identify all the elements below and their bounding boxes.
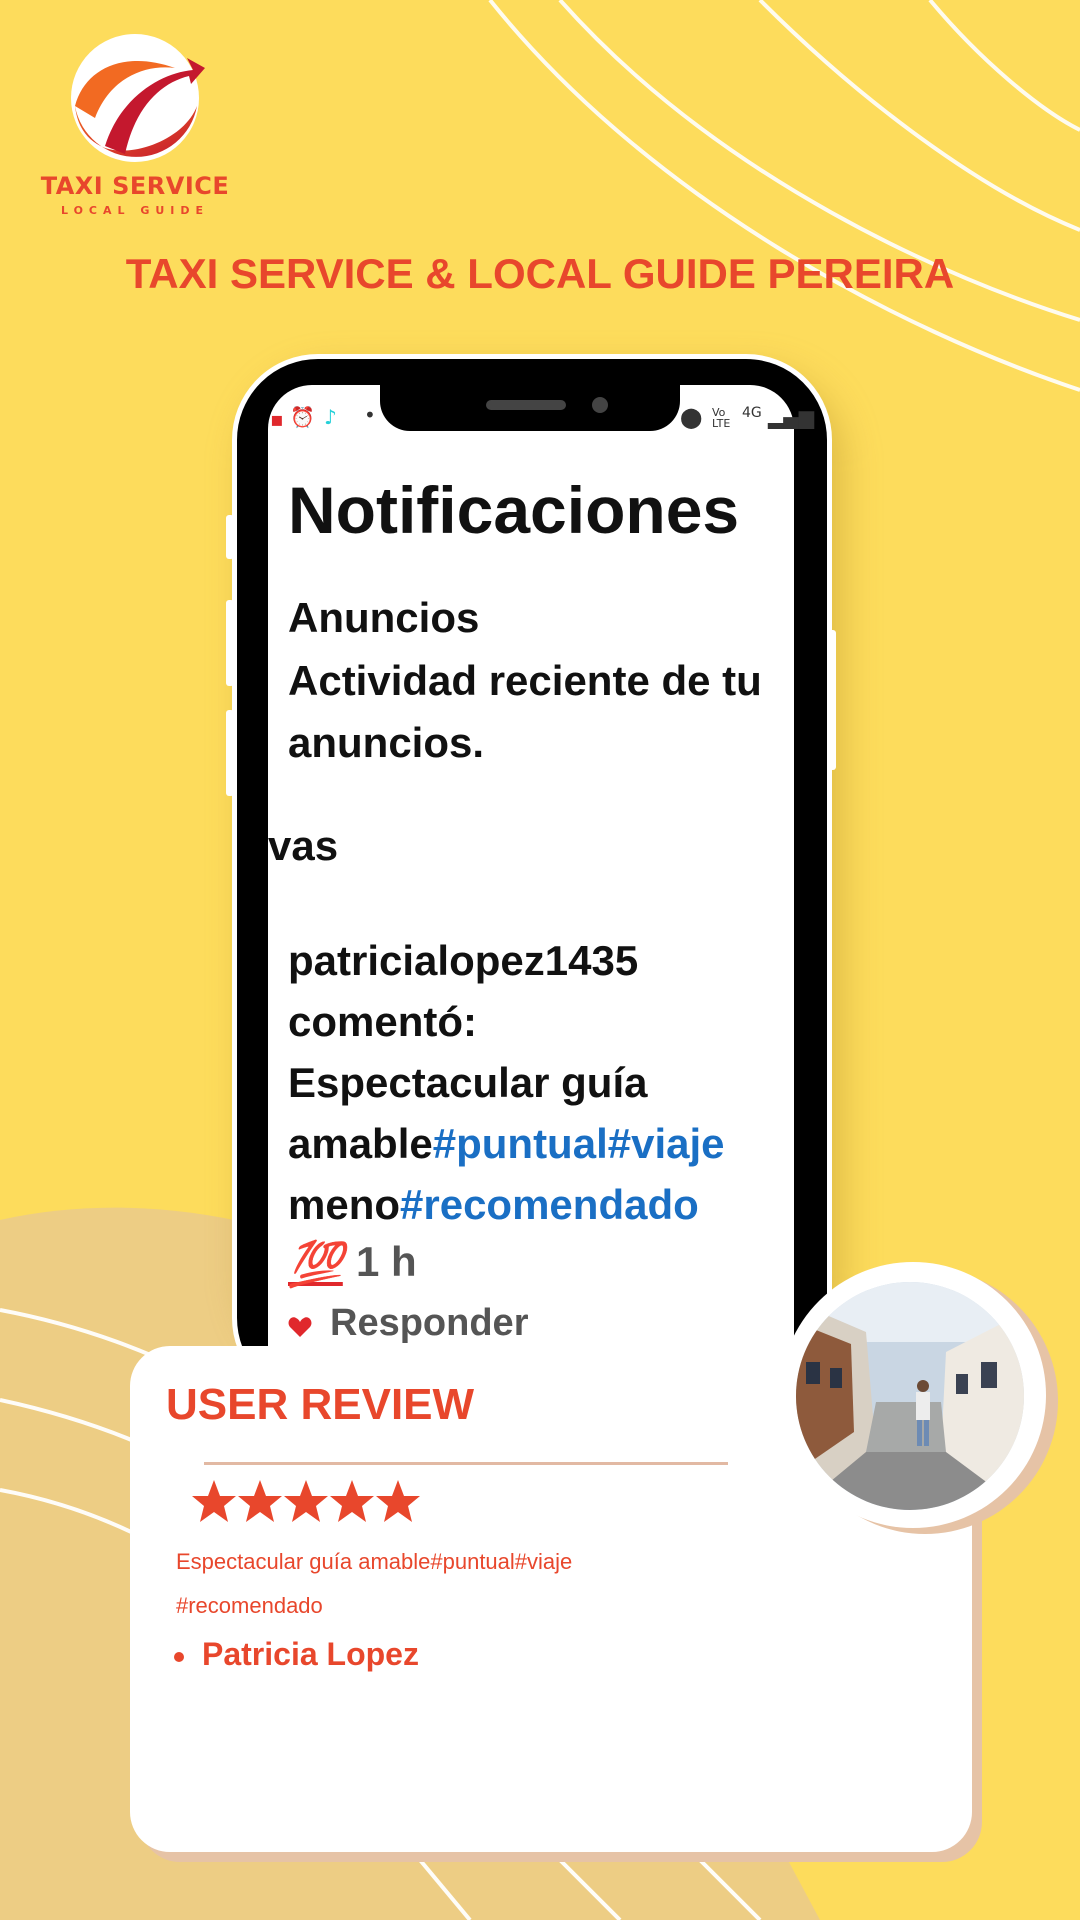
comment-action: comentó: xyxy=(288,998,477,1045)
screen-title: Notificaciones xyxy=(288,473,740,547)
review-text: Espectacular guía amable#puntual#viaje #… xyxy=(176,1540,736,1628)
review-text-line2: #recomendado xyxy=(176,1593,323,1618)
hundred-emoji: 💯 xyxy=(288,1239,343,1290)
comment-text: meno xyxy=(288,1181,401,1228)
ads-section-description: Actividad reciente de tu anuncios. xyxy=(288,650,808,774)
star-icon xyxy=(284,1480,328,1522)
ads-desc-line1: Actividad reciente de tu xyxy=(288,657,762,704)
dot-icon: • xyxy=(364,403,376,427)
comment-line2: amable#puntual#viaje xyxy=(288,1113,725,1174)
logo-subtitle: LOCAL GUIDE xyxy=(60,204,210,217)
review-title: USER REVIEW xyxy=(166,1380,475,1429)
taxi-logo-icon xyxy=(71,34,205,162)
ads-section-title[interactable]: Anuncios xyxy=(288,594,479,642)
reply-button[interactable]: Responder xyxy=(330,1302,528,1345)
reviewer-name: Patricia Lopez xyxy=(202,1636,419,1672)
avatar xyxy=(796,1282,1024,1510)
page-headline: TAXI SERVICE & LOCAL GUIDE PEREIRA xyxy=(125,250,955,297)
phone-power-button xyxy=(828,630,836,770)
status-bar: ▪ ⏰ ♪ • ⬤ Vo LTE 4G ▂▄▆ xyxy=(268,403,814,439)
phone-mute-switch xyxy=(226,515,234,559)
partial-section-label: vas xyxy=(268,822,339,869)
star-icon xyxy=(192,1480,236,1522)
brand-logo: TAXI SERVICE LOCAL GUIDE xyxy=(40,28,230,218)
street-photo xyxy=(796,1282,1024,1510)
star-icon xyxy=(238,1480,282,1522)
comment-username[interactable]: patricialopez1435 xyxy=(288,930,725,991)
ads-desc-line2: anuncios. xyxy=(288,719,485,766)
comment-time: 1 h xyxy=(356,1238,417,1285)
volte-icon: Vo LTE xyxy=(712,406,731,430)
review-divider xyxy=(204,1462,728,1465)
phone-volume-up-button xyxy=(226,600,234,686)
review-text-line1: Espectacular guía amable#puntual#viaje xyxy=(176,1549,573,1574)
tiktok-icon: ♪ xyxy=(324,405,337,429)
location-icon: ⬤ xyxy=(680,405,703,429)
hashtag-link[interactable]: #puntual#viaje xyxy=(433,1120,725,1167)
signal-bars-icon: ▂▄▆ xyxy=(768,405,815,429)
notification-icon: ▪ xyxy=(270,407,284,431)
hashtag-link[interactable]: #recomendado xyxy=(400,1181,699,1228)
star-icon xyxy=(376,1480,420,1522)
signal-4g-icon: 4G xyxy=(742,405,762,421)
alarm-icon: ⏰ xyxy=(290,405,315,429)
logo-title: TAXI SERVICE xyxy=(40,172,230,200)
bullet-icon xyxy=(174,1652,184,1662)
comment-line1: Espectacular guía xyxy=(288,1059,648,1106)
star-icon xyxy=(330,1480,374,1522)
comment-text: amable xyxy=(288,1120,433,1167)
phone-volume-down-button xyxy=(226,710,234,796)
comment-line3: meno#recomendado xyxy=(288,1174,725,1235)
heart-icon[interactable] xyxy=(288,1316,312,1338)
comment-notification[interactable]: patricialopez1435 comentó: Espectacular … xyxy=(288,930,725,1235)
